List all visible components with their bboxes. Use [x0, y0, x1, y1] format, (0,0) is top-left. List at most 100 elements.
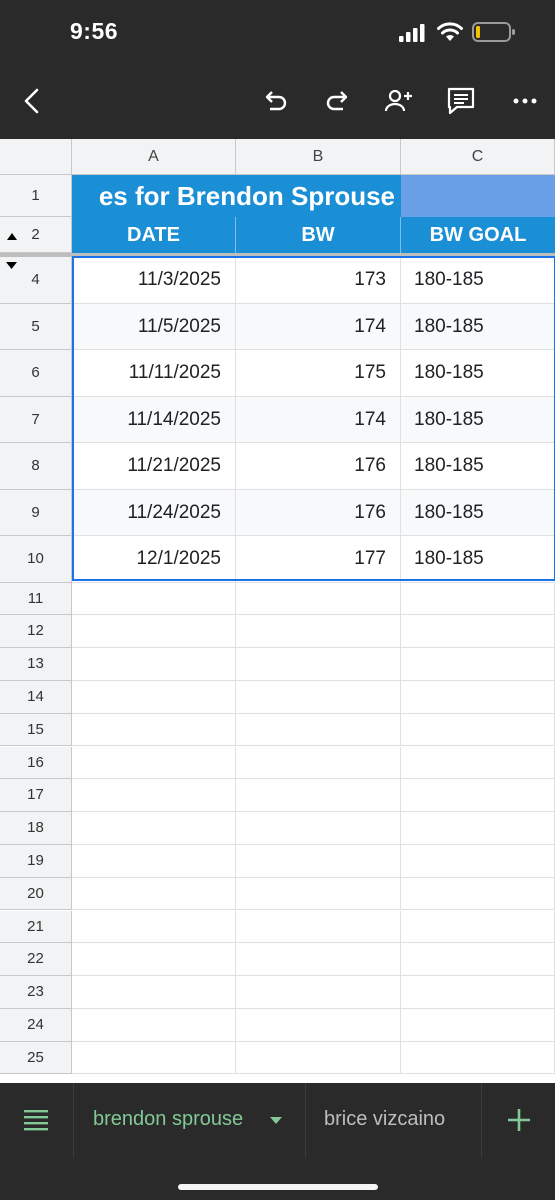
empty-cell[interactable]: [401, 910, 555, 944]
cell-goal[interactable]: 180-185: [401, 443, 555, 490]
tab-brendon-sprouse[interactable]: brendon sprouse: [74, 1083, 305, 1157]
row-header-7[interactable]: 7: [0, 396, 72, 443]
tab-brice-vizcaino[interactable]: brice vizcaino: [306, 1083, 481, 1157]
row-header-2[interactable]: 2: [0, 217, 72, 253]
row-header-23[interactable]: 23: [0, 976, 72, 1009]
cell-date[interactable]: 11/5/2025: [72, 303, 236, 350]
empty-cell[interactable]: [72, 1008, 236, 1042]
empty-cell[interactable]: [236, 648, 401, 681]
column-header-a[interactable]: A: [72, 139, 236, 175]
cell-date[interactable]: 11/14/2025: [72, 396, 236, 443]
comment-icon[interactable]: [446, 86, 476, 116]
empty-cell[interactable]: [401, 1041, 555, 1075]
redo-icon[interactable]: [323, 86, 353, 116]
all-sheets-menu-icon[interactable]: [24, 1109, 48, 1131]
cell-goal[interactable]: 180-185: [401, 536, 555, 583]
cell-goal[interactable]: 180-185: [401, 396, 555, 443]
empty-cell[interactable]: [72, 1041, 236, 1075]
empty-cell[interactable]: [72, 910, 236, 944]
empty-cell[interactable]: [401, 844, 555, 878]
cell-date[interactable]: 11/21/2025: [72, 443, 236, 490]
share-add-person-icon[interactable]: [383, 86, 413, 116]
spreadsheet-grid[interactable]: A B C 1 2 es for Brendon Sprouse DATE BW…: [0, 139, 555, 1083]
empty-cell[interactable]: [401, 713, 555, 747]
row-header-6[interactable]: 6: [0, 350, 72, 397]
empty-cell[interactable]: [72, 582, 236, 616]
row-header-22[interactable]: 22: [0, 943, 72, 977]
sheet-title-cell[interactable]: es for Brendon Sprouse: [72, 175, 401, 217]
row-header-12[interactable]: 12: [0, 615, 72, 649]
empty-cell[interactable]: [236, 779, 401, 813]
empty-cell[interactable]: [236, 812, 401, 845]
tab-dropdown-icon[interactable]: [270, 1117, 282, 1124]
empty-cell[interactable]: [72, 713, 236, 747]
row-header-16[interactable]: 16: [0, 746, 72, 780]
row-header-1[interactable]: 1: [0, 175, 72, 217]
empty-cell[interactable]: [72, 844, 236, 878]
empty-cell[interactable]: [236, 680, 401, 714]
empty-cell[interactable]: [401, 976, 555, 1009]
row-header-5[interactable]: 5: [0, 303, 72, 350]
empty-cell[interactable]: [236, 746, 401, 780]
empty-cell[interactable]: [401, 877, 555, 911]
cell-bw[interactable]: 174: [236, 303, 401, 350]
add-sheet-icon[interactable]: [507, 1108, 531, 1132]
cell-date[interactable]: 11/3/2025: [72, 257, 236, 304]
cell-date[interactable]: 11/24/2025: [72, 489, 236, 536]
cell-bw[interactable]: 177: [236, 536, 401, 583]
row-header-19[interactable]: 19: [0, 844, 72, 878]
empty-cell[interactable]: [72, 746, 236, 780]
cell-bw[interactable]: 176: [236, 489, 401, 536]
empty-cell[interactable]: [401, 746, 555, 780]
empty-cell[interactable]: [236, 976, 401, 1009]
empty-cell[interactable]: [72, 976, 236, 1009]
empty-cell[interactable]: [401, 1008, 555, 1042]
row-header-18[interactable]: 18: [0, 812, 72, 845]
empty-cell[interactable]: [236, 844, 401, 878]
back-arrow-icon[interactable]: [17, 86, 47, 116]
cell-goal[interactable]: 180-185: [401, 350, 555, 397]
row-header-9[interactable]: 9: [0, 489, 72, 536]
cell-goal[interactable]: 180-185: [401, 257, 555, 304]
row-header-20[interactable]: 20: [0, 877, 72, 911]
empty-cell[interactable]: [72, 615, 236, 649]
column-header-b[interactable]: B: [236, 139, 401, 175]
row-header-15[interactable]: 15: [0, 713, 72, 747]
empty-cell[interactable]: [401, 582, 555, 616]
undo-icon[interactable]: [260, 86, 290, 116]
cell-goal[interactable]: 180-185: [401, 489, 555, 536]
collapse-rows-icon[interactable]: [6, 262, 17, 269]
empty-cell[interactable]: [401, 648, 555, 681]
row-header-21[interactable]: 21: [0, 910, 72, 944]
column-header-c[interactable]: C: [401, 139, 555, 175]
row-header-24[interactable]: 24: [0, 1008, 72, 1042]
empty-cell[interactable]: [236, 877, 401, 911]
cell-bw[interactable]: 173: [236, 257, 401, 304]
cell-date[interactable]: 11/11/2025: [72, 350, 236, 397]
header-bw-goal[interactable]: BW GOAL: [401, 217, 555, 253]
cell-bw[interactable]: 174: [236, 396, 401, 443]
cell-bw[interactable]: 175: [236, 350, 401, 397]
empty-cell[interactable]: [236, 1041, 401, 1075]
empty-cell[interactable]: [236, 713, 401, 747]
select-all-corner[interactable]: [0, 139, 72, 175]
empty-cell[interactable]: [72, 648, 236, 681]
empty-cell[interactable]: [72, 812, 236, 845]
empty-cell[interactable]: [401, 680, 555, 714]
row-header-17[interactable]: 17: [0, 779, 72, 813]
title-fill-cell[interactable]: [401, 175, 555, 217]
row-header-25[interactable]: 25: [0, 1041, 72, 1075]
header-date[interactable]: DATE: [72, 217, 236, 253]
more-options-icon[interactable]: [510, 86, 540, 116]
empty-cell[interactable]: [72, 877, 236, 911]
row-header-10[interactable]: 10: [0, 536, 72, 583]
row-header-8[interactable]: 8: [0, 443, 72, 490]
cell-goal[interactable]: 180-185: [401, 303, 555, 350]
row-header-14[interactable]: 14: [0, 680, 72, 714]
empty-cell[interactable]: [401, 812, 555, 845]
row-header-13[interactable]: 13: [0, 648, 72, 681]
empty-cell[interactable]: [72, 779, 236, 813]
row-header-11[interactable]: 11: [0, 582, 72, 616]
empty-cell[interactable]: [236, 943, 401, 977]
empty-cell[interactable]: [236, 582, 401, 616]
